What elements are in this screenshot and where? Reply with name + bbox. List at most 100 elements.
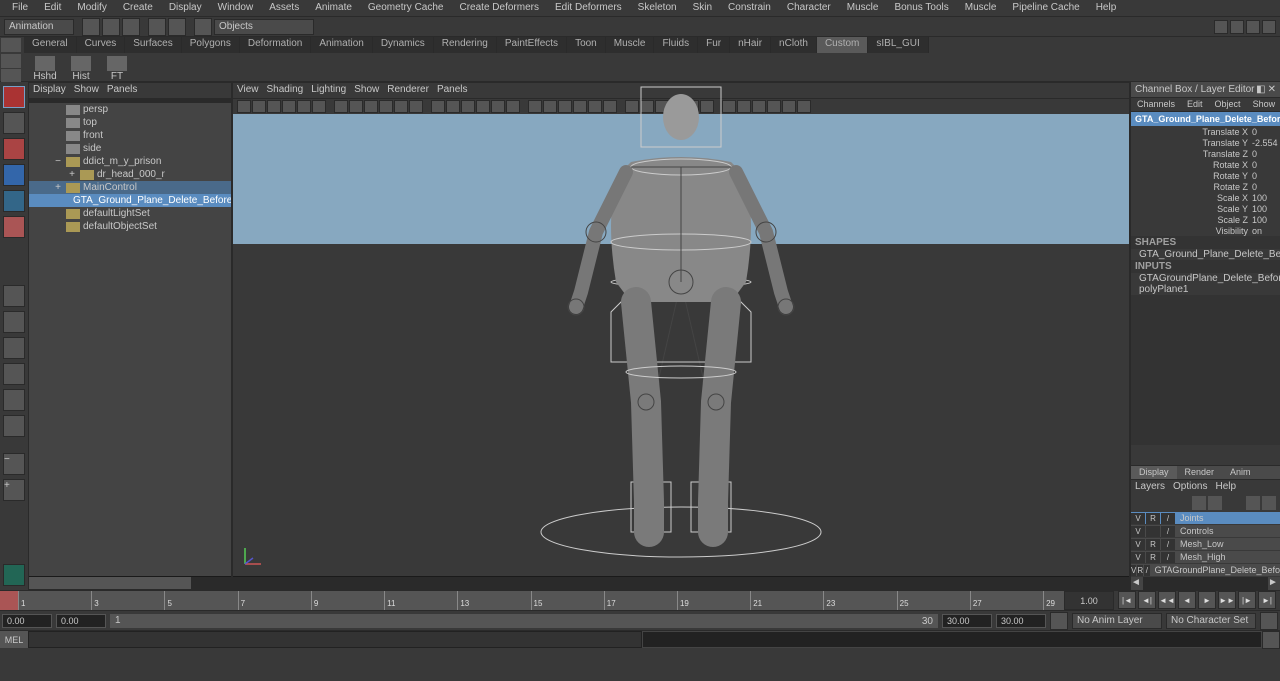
lasso-tool[interactable] xyxy=(3,112,25,134)
layout-two-stack[interactable] xyxy=(3,363,25,385)
menu-display[interactable]: Display xyxy=(161,0,210,16)
shelf-tab-polygons[interactable]: Polygons xyxy=(182,37,240,53)
step-fwd-key-icon[interactable]: |► xyxy=(1238,591,1256,609)
menu-animate[interactable]: Animate xyxy=(307,0,360,16)
tree-item[interactable]: side xyxy=(29,142,231,155)
autokey-icon[interactable] xyxy=(0,591,18,610)
cmd-language-toggle[interactable]: MEL xyxy=(0,631,28,648)
tree-item[interactable]: GTA_Ground_Plane_Delete_Before_Export xyxy=(29,194,231,207)
menu-constrain[interactable]: Constrain xyxy=(720,0,779,16)
workspace-mode-dropdown[interactable]: Animation xyxy=(4,19,74,35)
workspace-icon[interactable] xyxy=(3,564,25,586)
shelf-tab-animation[interactable]: Animation xyxy=(311,37,372,53)
view-toolbar-btn-5[interactable] xyxy=(312,100,326,113)
script-editor-icon[interactable] xyxy=(1262,631,1280,649)
menu-modify[interactable]: Modify xyxy=(69,0,114,16)
toggle-3[interactable] xyxy=(1246,20,1260,34)
outliner-scroll-h[interactable] xyxy=(29,576,231,589)
attr-translate-z[interactable]: Translate Z0 xyxy=(1131,148,1280,159)
scale-tool[interactable] xyxy=(3,216,25,238)
layer-tab-display[interactable]: Display xyxy=(1131,466,1177,479)
menu-create-deformers[interactable]: Create Deformers xyxy=(452,0,547,16)
view-menu-panels[interactable]: Panels xyxy=(437,84,468,97)
anim-start-field[interactable]: 0.00 xyxy=(2,614,52,628)
view-menu-lighting[interactable]: Lighting xyxy=(311,84,346,97)
menu-window[interactable]: Window xyxy=(210,0,262,16)
move-tool[interactable] xyxy=(3,164,25,186)
layer-menu-options[interactable]: Options xyxy=(1173,481,1207,493)
pickmask-dropdown[interactable]: Objects xyxy=(214,19,314,35)
layout-three[interactable] xyxy=(3,389,25,411)
layer-menu-help[interactable]: Help xyxy=(1215,481,1236,493)
step-back-key-icon[interactable]: ◄| xyxy=(1138,591,1156,609)
step-fwd-icon[interactable]: ►► xyxy=(1218,591,1236,609)
close-icon[interactable]: ✕ xyxy=(1268,84,1276,95)
layer-row[interactable]: VR/GTAGroundPlane_Delete_Befo xyxy=(1131,564,1280,577)
view-toolbar-btn-8[interactable] xyxy=(364,100,378,113)
scroll-right-icon[interactable]: ► xyxy=(1268,577,1280,590)
status-btn-1[interactable] xyxy=(82,18,100,36)
layer-tab-render[interactable]: Render xyxy=(1177,466,1223,479)
layout-custom[interactable] xyxy=(3,415,25,437)
tree-item[interactable]: defaultObjectSet xyxy=(29,220,231,233)
status-btn-sel[interactable] xyxy=(194,18,212,36)
shelf-tab-ncloth[interactable]: nCloth xyxy=(771,37,817,53)
shape-node[interactable]: GTA_Ground_Plane_Delete_Befor... xyxy=(1131,249,1280,260)
shelf-tab-fur[interactable]: Fur xyxy=(698,37,730,53)
tree-item[interactable]: front xyxy=(29,129,231,142)
shelf-tab-painteffects[interactable]: PaintEffects xyxy=(497,37,567,53)
outliner-menu-panels[interactable]: Panels xyxy=(107,84,138,97)
view-toolbar-btn-1[interactable] xyxy=(252,100,266,113)
channel-node-name[interactable]: GTA_Ground_Plane_Delete_Before... xyxy=(1131,112,1280,126)
view-menu-show[interactable]: Show xyxy=(354,84,379,97)
view-toolbar-btn-4[interactable] xyxy=(297,100,311,113)
viewport-scroll-h[interactable] xyxy=(233,576,1129,589)
view-toolbar-btn-2[interactable] xyxy=(267,100,281,113)
status-btn-2[interactable] xyxy=(102,18,120,36)
input-node[interactable]: polyPlane1 xyxy=(1131,284,1280,295)
layer-list[interactable]: VR/JointsV/ControlsVR/Mesh_LowVR/Mesh_Hi… xyxy=(1131,512,1280,577)
channel-tab-show[interactable]: Show xyxy=(1247,98,1280,111)
channel-tab-channels[interactable]: Channels xyxy=(1131,98,1181,111)
toggle-1[interactable] xyxy=(1214,20,1228,34)
shelf-tab-dynamics[interactable]: Dynamics xyxy=(373,37,434,53)
go-start-icon[interactable]: |◄ xyxy=(1118,591,1136,609)
layout-two-side[interactable] xyxy=(3,337,25,359)
view-toolbar-btn-0[interactable] xyxy=(237,100,251,113)
anim-layer-dropdown[interactable]: No Anim Layer xyxy=(1072,613,1162,629)
layer-row[interactable]: VR/Mesh_High xyxy=(1131,551,1280,564)
menu-skin[interactable]: Skin xyxy=(685,0,720,16)
outliner-menu-show[interactable]: Show xyxy=(74,84,99,97)
go-end-icon[interactable]: ►| xyxy=(1258,591,1276,609)
attr-scale-y[interactable]: Scale Y100 xyxy=(1131,203,1280,214)
shelf-tab-toon[interactable]: Toon xyxy=(567,37,606,53)
shelf-item-hist[interactable]: Hist xyxy=(64,56,98,82)
channel-tab-edit[interactable]: Edit xyxy=(1181,98,1209,111)
menu-pipeline-cache[interactable]: Pipeline Cache xyxy=(1004,0,1087,16)
shelf-toggle[interactable] xyxy=(0,37,24,53)
layer-row[interactable]: V/Controls xyxy=(1131,525,1280,538)
view-toolbar-btn-13[interactable] xyxy=(446,100,460,113)
attr-rotate-x[interactable]: Rotate X0 xyxy=(1131,159,1280,170)
menu-muscle[interactable]: Muscle xyxy=(957,0,1005,16)
character-set-dropdown[interactable]: No Character Set xyxy=(1166,613,1256,629)
layer-row[interactable]: VR/Joints xyxy=(1131,512,1280,525)
shelf-tab-curves[interactable]: Curves xyxy=(77,37,126,53)
step-back-icon[interactable]: ◄◄ xyxy=(1158,591,1176,609)
layer-new-selected[interactable] xyxy=(1262,496,1276,510)
menu-edit[interactable]: Edit xyxy=(36,0,69,16)
layout-single[interactable] xyxy=(3,285,25,307)
paint-select-tool[interactable] xyxy=(3,138,25,160)
view-toolbar-btn-11[interactable] xyxy=(409,100,423,113)
menu-edit-deformers[interactable]: Edit Deformers xyxy=(547,0,630,16)
menu-file[interactable]: File xyxy=(4,0,36,16)
outliner-tree[interactable]: persptopfrontside−ddict_m_y_prison+dr_he… xyxy=(29,103,231,576)
attr-translate-x[interactable]: Translate X0 xyxy=(1131,126,1280,137)
view-toolbar-btn-10[interactable] xyxy=(394,100,408,113)
cmd-input[interactable] xyxy=(28,631,642,648)
layer-row[interactable]: VR/Mesh_Low xyxy=(1131,538,1280,551)
status-btn-3[interactable] xyxy=(122,18,140,36)
attr-scale-z[interactable]: Scale Z100 xyxy=(1131,214,1280,225)
status-btn-5[interactable] xyxy=(168,18,186,36)
attr-scale-x[interactable]: Scale X100 xyxy=(1131,192,1280,203)
